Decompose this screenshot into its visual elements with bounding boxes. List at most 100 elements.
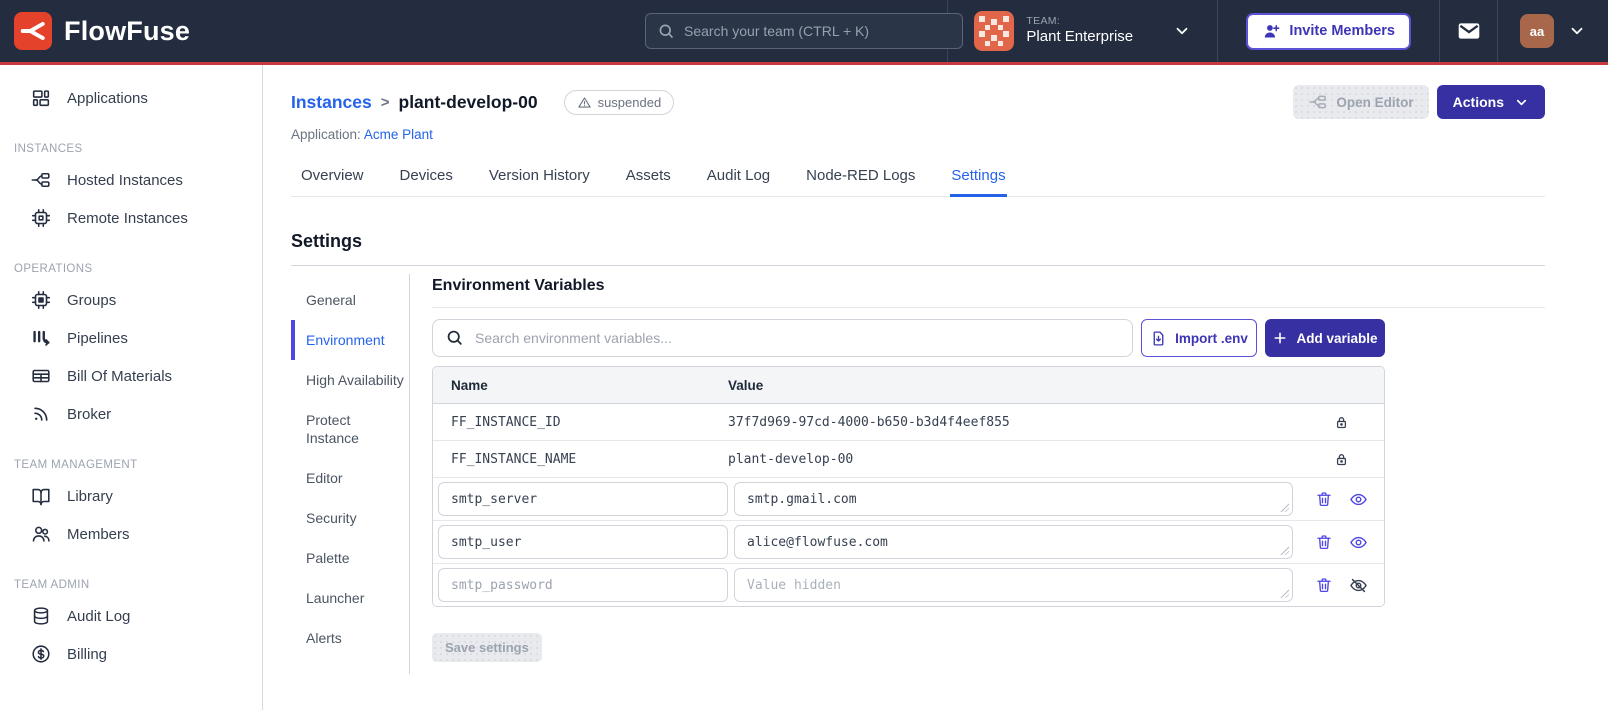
sidebar-item-label: Audit Log <box>67 607 131 625</box>
table-row: FF_INSTANCE_ID 37f7d969-97cd-4000-b650-b… <box>433 404 1384 441</box>
brand-area: FlowFuse <box>0 12 190 50</box>
env-var-value-input[interactable] <box>734 482 1293 516</box>
tab-overview[interactable]: Overview <box>300 159 365 197</box>
application-label: Application: <box>291 127 361 142</box>
column-header-name: Name <box>451 377 488 393</box>
tab-audit-log[interactable]: Audit Log <box>706 159 771 197</box>
sidebar-item-label: Pipelines <box>67 329 128 347</box>
env-var-name-input[interactable] <box>438 525 728 559</box>
team-meta: TEAM: Plant Enterprise <box>1026 15 1161 47</box>
instance-tabs: Overview Devices Version History Assets … <box>291 159 1545 197</box>
env-var-value-input[interactable] <box>734 525 1293 559</box>
add-variable-button[interactable]: Add variable <box>1265 319 1385 357</box>
application-link[interactable]: Acme Plant <box>364 127 433 142</box>
settings-nav-launcher[interactable]: Launcher <box>291 578 409 618</box>
open-editor-button[interactable]: Open Editor <box>1293 85 1429 119</box>
settings-nav-environment[interactable]: Environment <box>291 320 409 360</box>
settings-nav-security[interactable]: Security <box>291 498 409 538</box>
delete-variable-button[interactable] <box>1315 490 1333 508</box>
search-icon <box>445 328 464 347</box>
env-var-name-input[interactable] <box>438 568 728 602</box>
settings-nav-protect-instance[interactable]: Protect Instance <box>291 400 409 458</box>
user-menu[interactable]: aa <box>1497 0 1608 62</box>
instance-header: Instances > plant-develop-00 suspended O… <box>291 85 1545 119</box>
search-icon <box>657 22 675 40</box>
pipelines-icon <box>30 327 52 349</box>
import-env-label: Import .env <box>1175 330 1248 346</box>
audit-log-icon <box>30 605 52 627</box>
bill-of-materials-icon <box>30 365 52 387</box>
import-env-button[interactable]: Import .env <box>1141 319 1257 357</box>
editor-node-icon <box>1308 92 1328 112</box>
sidebar-item-label: Library <box>67 487 113 505</box>
sidebar-item-label: Members <box>67 525 130 543</box>
groups-icon <box>30 289 52 311</box>
invite-members-cell: Invite Members <box>1217 0 1439 62</box>
delete-variable-button[interactable] <box>1315 533 1333 551</box>
team-name: Plant Enterprise <box>1026 28 1134 46</box>
sidebar-item-broker[interactable]: Broker <box>0 395 262 433</box>
tab-settings[interactable]: Settings <box>950 159 1007 197</box>
sidebar-item-label: Billing <box>67 645 108 663</box>
delete-variable-button[interactable] <box>1315 576 1333 594</box>
plus-icon <box>1272 330 1288 346</box>
invite-members-button[interactable]: Invite Members <box>1246 12 1411 50</box>
save-settings-button[interactable]: Save settings <box>432 633 542 662</box>
team-selector[interactable]: TEAM: Plant Enterprise <box>947 0 1217 62</box>
tab-version-history[interactable]: Version History <box>488 159 591 197</box>
settings-nav-editor[interactable]: Editor <box>291 458 409 498</box>
team-avatar <box>974 11 1015 51</box>
chevron-down-icon <box>1514 95 1529 110</box>
sidebar-item-applications[interactable]: Applications <box>0 79 262 117</box>
sidebar-item-pipelines[interactable]: Pipelines <box>0 319 262 357</box>
env-var-name: FF_INSTANCE_NAME <box>451 451 577 467</box>
tab-assets[interactable]: Assets <box>625 159 672 197</box>
eye-icon[interactable] <box>1349 490 1368 509</box>
sidebar-item-library[interactable]: Library <box>0 477 262 515</box>
eye-off-icon[interactable] <box>1349 576 1368 595</box>
members-icon <box>30 523 52 545</box>
top-navbar: FlowFuse TEAM: Plant Enterprise Invite M… <box>0 0 1608 62</box>
section-divider <box>432 307 1545 308</box>
env-var-value-input[interactable] <box>734 568 1293 602</box>
settings-nav-high-availability[interactable]: High Availability <box>291 360 409 400</box>
global-search-input[interactable] <box>645 13 963 49</box>
remote-instances-icon <box>30 207 52 229</box>
env-variables-table: Name Value FF_INSTANCE_ID 37f7d969-97cd-… <box>432 366 1385 607</box>
open-editor-label: Open Editor <box>1336 94 1414 110</box>
notifications-button[interactable] <box>1439 0 1497 62</box>
brand-name: FlowFuse <box>64 15 191 46</box>
sidebar-section-label: TEAM MANAGEMENT <box>14 459 138 471</box>
sidebar-item-members[interactable]: Members <box>0 515 262 553</box>
flowfuse-logo-icon <box>14 12 52 50</box>
sidebar-item-audit-log[interactable]: Audit Log <box>0 597 262 635</box>
sidebar-section-label: OPERATIONS <box>14 263 93 275</box>
team-label: TEAM: <box>1026 15 1061 28</box>
chevron-down-icon <box>1568 22 1586 40</box>
env-search-input[interactable] <box>432 319 1133 357</box>
hosted-instances-icon <box>30 169 52 191</box>
settings-nav-palette[interactable]: Palette <box>291 538 409 578</box>
tab-devices[interactable]: Devices <box>399 159 454 197</box>
breadcrumb-instances-link[interactable]: Instances <box>291 92 372 113</box>
eye-icon[interactable] <box>1349 533 1368 552</box>
settings-nav-general[interactable]: General <box>291 280 409 320</box>
sidebar-item-hosted-instances[interactable]: Hosted Instances <box>0 161 262 199</box>
breadcrumb-separator: > <box>380 93 390 111</box>
sidebar-item-billing[interactable]: Billing <box>0 635 262 673</box>
tab-node-red-logs[interactable]: Node-RED Logs <box>805 159 916 197</box>
settings-nav-alerts[interactable]: Alerts <box>291 618 409 658</box>
table-row <box>433 564 1384 606</box>
sidebar-item-remote-instances[interactable]: Remote Instances <box>0 199 262 237</box>
sidebar-item-groups[interactable]: Groups <box>0 281 262 319</box>
application-line: Application: Acme Plant <box>291 127 1545 142</box>
env-var-name-input[interactable] <box>438 482 728 516</box>
sidebar: Applications INSTANCES Hosted Instances … <box>0 65 263 710</box>
add-variable-label: Add variable <box>1296 330 1378 346</box>
sidebar-item-bill-of-materials[interactable]: Bill Of Materials <box>0 357 262 395</box>
sidebar-item-label: Broker <box>67 405 112 423</box>
env-search <box>432 319 1133 357</box>
actions-button[interactable]: Actions <box>1436 85 1545 119</box>
warning-triangle-icon <box>577 95 592 110</box>
section-title: Environment Variables <box>432 277 605 294</box>
